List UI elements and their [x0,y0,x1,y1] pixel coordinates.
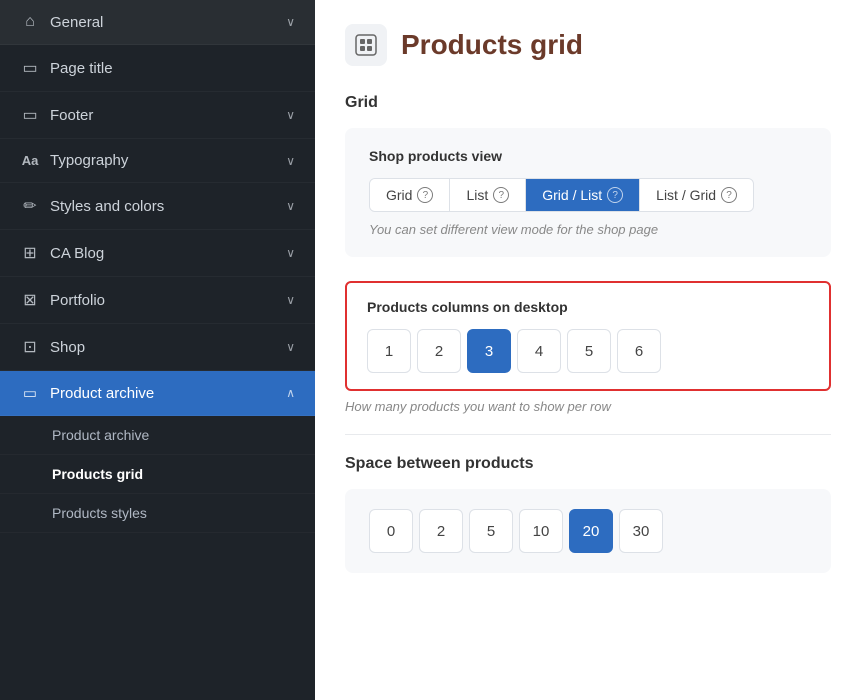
col-btn-6[interactable]: 6 [617,329,661,373]
col-btn-2[interactable]: 2 [417,329,461,373]
sidebar-item-blog[interactable]: ⊞ CA Blog ∨ [0,230,315,277]
space-btn-20[interactable]: 20 [569,509,613,553]
columns-desktop-label: Products columns on desktop [367,299,809,315]
main-content: Products grid Grid Shop products view Gr… [315,0,861,700]
chevron-portfolio: ∨ [286,293,295,307]
sidebar-sub-products-styles[interactable]: Products styles [0,494,315,533]
sidebar-item-general[interactable]: ⌂ General ∨ [0,0,315,45]
chevron-styles: ∨ [286,199,295,213]
view-btn-list-grid-label: List / Grid [656,187,716,203]
sidebar-sub-label-products-grid: Products grid [52,466,143,482]
list-grid-help-icon: ? [721,187,737,203]
view-mode-buttons: Grid ? List ? Grid / List ? List / Grid … [369,178,754,212]
sidebar-item-product-archive[interactable]: ▭ Product archive ∧ [0,371,315,416]
chevron-product-archive: ∧ [286,386,295,400]
view-btn-list-grid[interactable]: List / Grid ? [640,179,753,211]
sidebar-item-typography[interactable]: Aa Typography ∨ [0,139,315,183]
typography-icon: Aa [20,153,40,168]
styles-icon: ✏ [20,196,40,216]
grid-section-title: Grid [345,94,831,112]
sidebar-item-shop[interactable]: ⊡ Shop ∨ [0,324,315,371]
sidebar-item-page-title[interactable]: ▭ Page title [0,45,315,92]
product-archive-icon: ▭ [20,384,40,402]
shop-icon: ⊡ [20,337,40,357]
col-btn-3[interactable]: 3 [467,329,511,373]
sidebar-label-general: General [50,14,103,31]
space-btn-30[interactable]: 30 [619,509,663,553]
view-btn-list[interactable]: List ? [450,179,526,211]
blog-icon: ⊞ [20,243,40,263]
sidebar: ⌂ General ∨ ▭ Page title ▭ Footer ∨ Aa T… [0,0,315,700]
sidebar-label-blog: CA Blog [50,245,104,262]
chevron-shop: ∨ [286,340,295,354]
shop-view-card: Shop products view Grid ? List ? Grid / … [345,128,831,257]
sidebar-sub-label-products-styles: Products styles [52,505,147,521]
page-title-icon: ▭ [20,58,40,78]
page-header: Products grid [345,24,831,66]
sidebar-label-product-archive: Product archive [50,385,154,402]
sidebar-sub-label-product-archive: Product archive [52,427,149,443]
sidebar-label-footer: Footer [50,107,93,124]
list-help-icon: ? [493,187,509,203]
columns-number-buttons: 1 2 3 4 5 6 [367,329,809,373]
columns-desktop-box: Products columns on desktop 1 2 3 4 5 6 [345,281,831,391]
sidebar-label-portfolio: Portfolio [50,292,105,309]
sidebar-item-footer[interactable]: ▭ Footer ∨ [0,92,315,139]
view-btn-grid[interactable]: Grid ? [370,179,450,211]
sidebar-label-shop: Shop [50,339,85,356]
col-btn-1[interactable]: 1 [367,329,411,373]
space-btn-2[interactable]: 2 [419,509,463,553]
chevron-blog: ∨ [286,246,295,260]
sidebar-item-styles-colors[interactable]: ✏ Styles and colors ∨ [0,183,315,230]
sidebar-item-portfolio[interactable]: ⊠ Portfolio ∨ [0,277,315,324]
columns-hint: How many products you want to show per r… [345,399,831,414]
sidebar-label-styles: Styles and colors [50,198,164,215]
grid-list-help-icon: ? [607,187,623,203]
space-section-title: Space between products [345,455,831,473]
sidebar-label-page-title: Page title [50,60,113,77]
view-btn-grid-list[interactable]: Grid / List ? [526,179,640,211]
chevron-footer: ∨ [286,108,295,122]
shop-view-hint: You can set different view mode for the … [369,222,807,237]
page-title: Products grid [401,29,583,61]
portfolio-icon: ⊠ [20,290,40,310]
space-card: 0 2 5 10 20 30 [345,489,831,573]
view-btn-grid-label: Grid [386,187,412,203]
sidebar-sub-product-archive[interactable]: Product archive [0,416,315,455]
shop-view-label: Shop products view [369,148,807,164]
sidebar-label-typography: Typography [50,152,128,169]
home-icon: ⌂ [20,13,40,31]
sidebar-sub-products-grid[interactable]: Products grid [0,455,315,494]
col-btn-5[interactable]: 5 [567,329,611,373]
space-btn-5[interactable]: 5 [469,509,513,553]
chevron-typography: ∨ [286,154,295,168]
footer-icon: ▭ [20,105,40,125]
space-number-buttons: 0 2 5 10 20 30 [369,509,807,553]
col-btn-4[interactable]: 4 [517,329,561,373]
space-btn-0[interactable]: 0 [369,509,413,553]
page-header-icon [345,24,387,66]
grid-help-icon: ? [417,187,433,203]
view-btn-grid-list-label: Grid / List [542,187,602,203]
space-btn-10[interactable]: 10 [519,509,563,553]
section-divider [345,434,831,435]
chevron-general: ∨ [286,15,295,29]
view-btn-list-label: List [466,187,488,203]
